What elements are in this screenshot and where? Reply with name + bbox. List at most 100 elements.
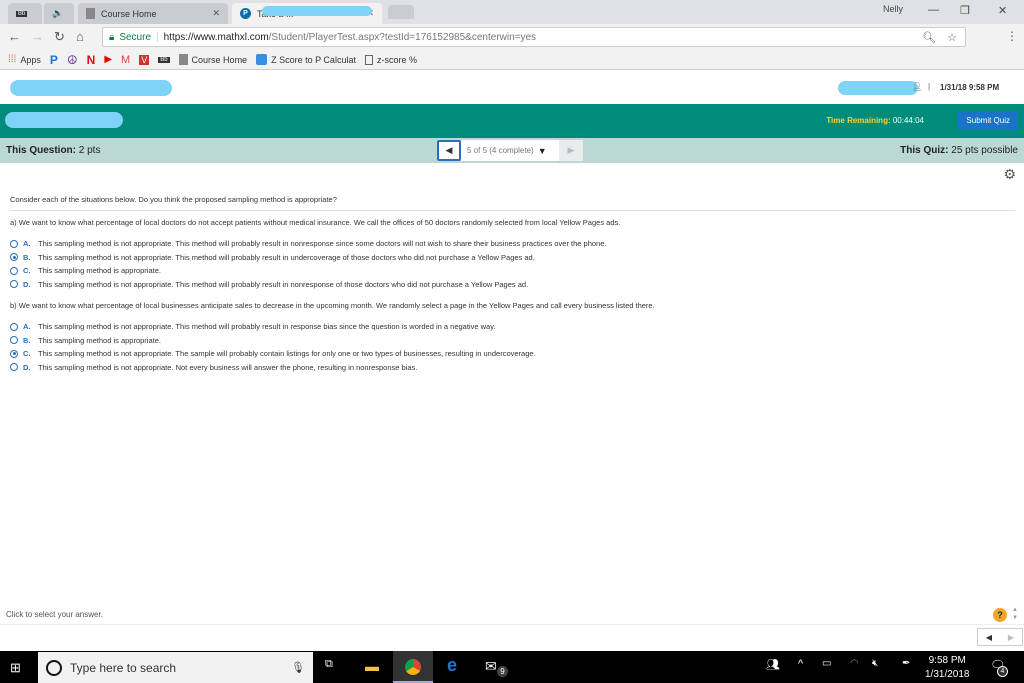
option-text: This sampling method is not appropriate.…: [38, 362, 418, 372]
windows-taskbar: ⊞ Type here to search 🎙︎ ⧉ ▬ e ✉ 9 👥︎ ^ ▭…: [0, 651, 1024, 683]
radio-button[interactable]: [10, 253, 18, 262]
battery-icon[interactable]: ▭: [822, 658, 831, 669]
next-button[interactable]: ▶: [1000, 629, 1022, 645]
scroll-arrows-icon[interactable]: ▲ ▼: [1012, 606, 1018, 622]
url-path: /Student/PlayerTest.aspx?testId=17615298…: [268, 31, 537, 43]
task-view-icon[interactable]: ⧉: [325, 658, 333, 671]
browser-tab-bar: Bb 🔈 Course Home ✕ P Take a ... ✕ Nelly …: [0, 0, 1024, 24]
mail-icon[interactable]: ✉ 9: [485, 658, 508, 677]
option-text: This sampling method is not appropriate.…: [38, 252, 535, 262]
edge-icon[interactable]: e: [447, 655, 457, 676]
zoom-icon[interactable]: 🔍︎: [922, 31, 936, 44]
radio-button[interactable]: [10, 336, 18, 345]
label: This Quiz:: [900, 145, 949, 156]
help-icon[interactable]: ?: [993, 608, 1007, 622]
address-bar-row: ← → ↻ ⌂ 🔒︎ Secure | https://www.mathxl.c…: [0, 24, 1024, 50]
home-button[interactable]: ⌂: [76, 29, 84, 44]
option-text: This sampling method is not appropriate.…: [38, 349, 536, 359]
answer-option[interactable]: C. This sampling method is appropriate.: [10, 264, 1015, 278]
previous-question-button[interactable]: ◀: [437, 140, 461, 161]
taskbar-search-input[interactable]: Type here to search 🎙︎: [38, 652, 313, 683]
bookmark-label: Apps: [20, 54, 41, 65]
this-question-points: This Question: 2 pts: [6, 145, 100, 156]
gmail-icon[interactable]: M: [121, 54, 130, 66]
option-letter: A.: [23, 239, 31, 249]
calculator-icon: [256, 54, 268, 65]
this-quiz-points: This Quiz: 25 pts possible: [900, 145, 1018, 156]
answer-option[interactable]: A. This sampling method is not appropriat…: [10, 237, 1015, 251]
question-select-dropdown[interactable]: 5 of 5 (4 complete) ▼: [461, 140, 559, 161]
wifi-icon[interactable]: ◠: [850, 658, 859, 669]
chrome-taskbar-button[interactable]: [393, 651, 433, 683]
blackboard-icon[interactable]: Bb: [158, 56, 170, 63]
vocab-icon[interactable]: V: [139, 54, 150, 65]
taskbar-clock[interactable]: 9:58 PM 1/31/2018: [925, 654, 970, 682]
bookmark-course-home[interactable]: Course Home: [178, 54, 247, 65]
radio-button[interactable]: [10, 322, 18, 331]
radio-button[interactable]: [10, 349, 18, 358]
close-window-button[interactable]: ✕: [998, 4, 1007, 17]
option-letter: A.: [23, 322, 31, 332]
minimize-button[interactable]: —: [928, 4, 939, 16]
youtube-icon[interactable]: ▶: [104, 54, 112, 65]
tab-blackboard[interactable]: Bb: [8, 3, 42, 24]
tab-audio[interactable]: 🔈: [44, 3, 74, 24]
action-center-icon[interactable]: 🗨︎ 4: [990, 658, 1008, 677]
redaction: [10, 80, 172, 96]
answer-option[interactable]: A. This sampling method is not appropriat…: [10, 320, 1015, 334]
close-tab-icon[interactable]: ✕: [212, 8, 220, 19]
footer-hint: Click to select your answer.: [6, 610, 103, 619]
bookmark-star-icon[interactable]: ☆: [947, 31, 957, 44]
option-letter: C.: [23, 266, 31, 276]
answer-option[interactable]: D. This sampling method is not appropriat…: [10, 278, 1015, 292]
forward-button[interactable]: →: [31, 29, 44, 44]
pandora-icon[interactable]: P: [50, 53, 58, 67]
reload-button[interactable]: ↻: [54, 29, 65, 45]
back-button[interactable]: ←: [8, 29, 21, 44]
show-hidden-icons[interactable]: ^: [798, 658, 803, 670]
answer-option[interactable]: B. This sampling method is not appropriat…: [10, 251, 1015, 265]
peace-icon[interactable]: ☮: [67, 53, 78, 67]
people-icon[interactable]: 👥︎: [766, 658, 780, 671]
prev-button[interactable]: ◀: [978, 629, 1000, 645]
bookmark-apps[interactable]: ⁞⁞⁞ Apps: [8, 54, 41, 65]
divider: [0, 624, 1024, 625]
restore-button[interactable]: ❐: [960, 4, 970, 17]
search-placeholder: Type here to search: [70, 660, 177, 675]
clock-date: 1/31/2018: [925, 669, 970, 680]
question-intro: Consider each of the situations below. D…: [10, 195, 1015, 211]
option-letter: D.: [23, 279, 31, 289]
radio-button[interactable]: [10, 239, 18, 248]
answer-option[interactable]: B. This sampling method is appropriate.: [10, 334, 1015, 348]
url-input[interactable]: 🔒︎ Secure | https://www.mathxl.com/Stude…: [102, 27, 966, 47]
radio-button[interactable]: [10, 363, 18, 372]
user-bar: 👤︎ | 1/31/18 9:58 PM: [0, 71, 1024, 104]
file-explorer-icon[interactable]: ▬: [365, 658, 379, 674]
new-tab-button[interactable]: [388, 5, 414, 19]
secure-label: Secure: [119, 31, 152, 43]
microphone-icon[interactable]: 🎙︎: [291, 661, 305, 674]
document-icon: [364, 54, 373, 65]
part-b-options: A. This sampling method is not appropriat…: [10, 320, 1015, 374]
value: 25 pts possible: [951, 145, 1018, 156]
speaker-icon: 🔈: [52, 8, 64, 18]
answer-option[interactable]: C. This sampling method is not appropriat…: [10, 347, 1015, 361]
tab-label: Course Home: [101, 8, 157, 19]
dropdown-arrow-icon: ▼: [537, 145, 547, 156]
menu-kebab-icon[interactable]: ⋮: [1006, 29, 1018, 43]
radio-button[interactable]: [10, 266, 18, 275]
bookmarks-bar: ⁞⁞⁞ Apps P ☮ N ▶ M V Bb Course Home Z Sco…: [0, 50, 1024, 70]
settings-gear-icon[interactable]: ⚙: [1003, 166, 1016, 183]
radio-button[interactable]: [10, 280, 18, 289]
netflix-icon[interactable]: N: [87, 53, 96, 67]
next-question-button[interactable]: ▶: [559, 140, 583, 161]
answer-option[interactable]: D. This sampling method is not appropriat…: [10, 361, 1015, 375]
submit-quiz-button[interactable]: Submit Quiz: [958, 111, 1018, 130]
bookmark-zscore-percent[interactable]: z-score %: [364, 54, 417, 65]
tab-course-home[interactable]: Course Home ✕: [78, 3, 228, 24]
pen-icon[interactable]: ✒: [902, 658, 910, 669]
bookmark-zscore-calc[interactable]: Z Score to P Calculat: [256, 54, 356, 65]
windows-start-icon[interactable]: ⊞: [10, 660, 21, 676]
profile-name[interactable]: Nelly: [883, 4, 903, 14]
volume-muted-icon[interactable]: 🔇︎: [872, 658, 878, 669]
